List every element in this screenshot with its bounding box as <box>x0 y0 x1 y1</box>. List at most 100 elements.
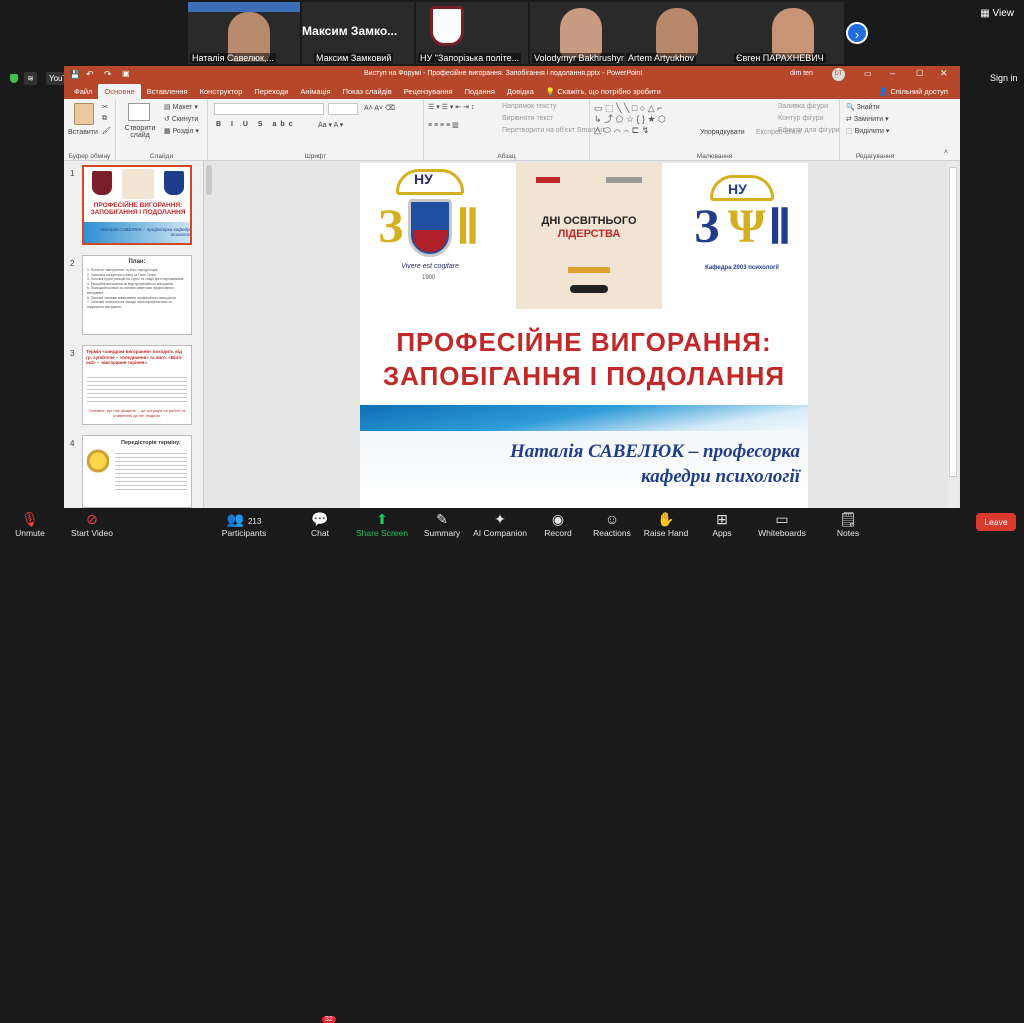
find-button[interactable]: 🔍 Знайти <box>846 103 880 111</box>
tab-help[interactable]: Довідка <box>501 84 540 99</box>
tab-slideshow[interactable]: Показ слайдів <box>337 84 398 99</box>
logo-left-motto: Vivere est cogitare <box>401 263 459 270</box>
whiteboards-label: Whiteboards <box>758 528 806 538</box>
slide-thumbnail[interactable]: План: 1. Поняття «вигорання» та його пер… <box>82 255 192 335</box>
minimize-icon[interactable]: – <box>890 68 895 78</box>
thumbnails-scrollbar[interactable] <box>206 165 212 195</box>
tab-home[interactable]: Основне <box>98 84 141 99</box>
arrange-button[interactable]: Упорядкувати <box>700 129 745 136</box>
psi-symbol: Ψ <box>728 200 766 253</box>
undo-icon[interactable]: ↶ <box>86 69 94 80</box>
thumb-number: 4 <box>70 439 75 448</box>
paragraph-label: Абзац <box>497 153 516 160</box>
layout-button[interactable]: ▤ Макет ▾ <box>164 103 198 111</box>
participant-tile[interactable]: Наталія Савелюк,... <box>188 2 300 64</box>
ribbon-display-icon[interactable]: ▭ <box>864 69 872 78</box>
find-label: Знайти <box>856 104 880 111</box>
scroll-thumb[interactable] <box>949 167 957 477</box>
signin-button[interactable]: Sign in <box>990 73 1018 83</box>
align-text-button[interactable]: Вирівняти текст <box>502 115 553 122</box>
powerpoint-window: 💾 ↶ ↷ ▣ Виступ на Форумі - Професійне ви… <box>64 66 960 508</box>
user-avatar[interactable]: DT <box>832 68 845 81</box>
participant-tile[interactable]: Євген ПАРАХНЕВИЧ <box>732 2 844 64</box>
close-icon[interactable]: ✕ <box>940 68 948 79</box>
slide-thumbnail[interactable]: Термін «синдром вигорання» походить від … <box>82 345 192 425</box>
shape-fill-button[interactable]: Заливка фігури <box>778 103 828 110</box>
slide-thumbnail[interactable]: Передісторія терміну: <box>82 435 192 508</box>
big-three: З <box>378 200 404 253</box>
participant-tile[interactable]: Максим Замко... Максим Замковий <box>302 2 414 64</box>
shapes-gallery[interactable]: ▭ ⬚ ╲ ╲ □ ○ △ ⌐ ↳ ⤴ ⬠ ☆ { } ★ ⬡ △ ⬭ ⌒ ⌢ ⊏ … <box>594 103 690 137</box>
thumb-logo <box>164 171 184 195</box>
unmute-button[interactable]: 🎙 Unmute <box>0 510 60 538</box>
paste-button[interactable]: Вставити <box>68 129 98 136</box>
chat-button[interactable]: 💬 Chat <box>290 510 350 538</box>
record-button[interactable]: ◉ Record <box>528 510 588 538</box>
security-shield-icon[interactable] <box>10 74 18 83</box>
ribbon-tabs: Файл Основне Вставлення Конструктор Пере… <box>64 83 960 99</box>
view-button[interactable]: ▦ View <box>980 8 1014 19</box>
video-off-icon: ⊘ <box>86 511 98 527</box>
select-label: Виділити <box>854 128 884 135</box>
tell-me-search[interactable]: 💡 Скажіть, що потрібно зробити <box>540 84 667 99</box>
replace-button[interactable]: ⇄ Замінити ▾ <box>846 115 889 123</box>
raise-hand-button[interactable]: ✋ Raise Hand <box>636 510 696 538</box>
drawing-label: Малювання <box>696 153 733 160</box>
presentation-start-icon[interactable]: ▣ <box>122 69 130 78</box>
shape-outline-button[interactable]: Контур фігури <box>778 115 823 122</box>
list-buttons[interactable]: ☰ ▾ ☰ ▾ ⇤ ⇥ ↕ <box>428 103 474 111</box>
tab-file[interactable]: Файл <box>68 84 98 99</box>
font-size-select[interactable] <box>328 103 358 115</box>
share-button[interactable]: 👤 Спільний доступ <box>873 84 954 99</box>
participants-button[interactable]: 👥 213 Participants <box>214 510 274 538</box>
tab-view[interactable]: Подання <box>459 84 501 99</box>
reactions-button[interactable]: ☺ Reactions <box>582 510 642 538</box>
save-icon[interactable]: 💾 <box>70 70 80 79</box>
logo-right-caption: Кафедра 2003 психології <box>705 265 779 271</box>
format-painter-icon[interactable]: 🖌 <box>102 127 111 135</box>
tab-review[interactable]: Рецензування <box>398 84 459 99</box>
start-video-button[interactable]: ⊘ Start Video <box>62 510 122 538</box>
font-name-select[interactable] <box>214 103 324 115</box>
summary-button[interactable]: ✎ Summary <box>412 510 472 538</box>
select-button[interactable]: ⬚ Виділити ▾ <box>846 127 889 135</box>
chat-icon: 💬 <box>311 511 329 527</box>
next-participants-button[interactable]: › <box>846 22 868 44</box>
whiteboards-button[interactable]: ▭ Whiteboards <box>752 510 812 538</box>
thumb-title: Термін «синдром вигорання» походить від … <box>86 349 183 365</box>
notes-button[interactable]: 🗒 Notes <box>818 510 878 538</box>
rss-icon[interactable]: ≋ <box>24 72 37 85</box>
slide-thumbnail[interactable]: ПРОФЕСІЙНЕ ВИГОРАННЯ: ЗАПОБІГАННЯ І ПОДО… <box>82 165 192 245</box>
ai-companion-button[interactable]: ✦ AI Companion <box>470 510 530 538</box>
text-direction-button[interactable]: Напрямок тексту <box>502 103 557 110</box>
reactions-label: Reactions <box>593 528 631 538</box>
font-size-buttons[interactable]: A˄ A˅ ⌫ <box>364 104 395 112</box>
collapse-ribbon-icon[interactable]: ˄ <box>944 149 948 156</box>
tab-insert[interactable]: Вставлення <box>141 84 194 99</box>
align-buttons[interactable]: ≡ ≡ ≡ ≡ ▥ <box>428 121 459 129</box>
new-slide-button[interactable]: Створити слайд <box>120 125 160 139</box>
participant-tile[interactable]: Artem Artyukhov <box>624 2 736 64</box>
section-button[interactable]: ▦ Розділ ▾ <box>164 127 199 135</box>
redo-icon[interactable]: ↷ <box>104 69 112 80</box>
new-slide-icon[interactable] <box>128 103 150 121</box>
current-slide[interactable]: НУ З Ⅱ Vivere est cogitare 1900 ДНІ ОСВІ… <box>360 163 808 508</box>
share-screen-button[interactable]: ⬆ Share Screen <box>352 510 412 538</box>
paste-icon[interactable] <box>74 103 94 125</box>
user-name[interactable]: dim ten <box>790 70 813 77</box>
participant-tile[interactable]: НУ "Запорізька політе... <box>416 2 528 64</box>
maximize-icon[interactable]: ▢ <box>916 68 924 77</box>
apps-button[interactable]: ⊞ Apps <box>692 510 752 538</box>
reset-button[interactable]: ↺ Скинути <box>164 115 198 123</box>
thumb-subtitle: Наталія САВЕЛЮК – професорка кафедри пси… <box>100 227 192 237</box>
slide-scrollbar[interactable] <box>948 161 958 508</box>
font-color-buttons[interactable]: Aa ▾ A ▾ <box>318 121 343 129</box>
shape-effects-button[interactable]: Ефекти для фігури <box>778 127 840 134</box>
cut-icon[interactable]: ✂ <box>102 103 108 111</box>
font-format-buttons[interactable]: B I U S abc <box>216 121 297 128</box>
tab-animations[interactable]: Анімація <box>294 84 336 99</box>
tab-transitions[interactable]: Переходи <box>248 84 294 99</box>
leave-button[interactable]: Leave <box>976 513 1016 531</box>
tab-design[interactable]: Конструктор <box>194 84 249 99</box>
copy-icon[interactable]: ⧉ <box>102 115 107 123</box>
